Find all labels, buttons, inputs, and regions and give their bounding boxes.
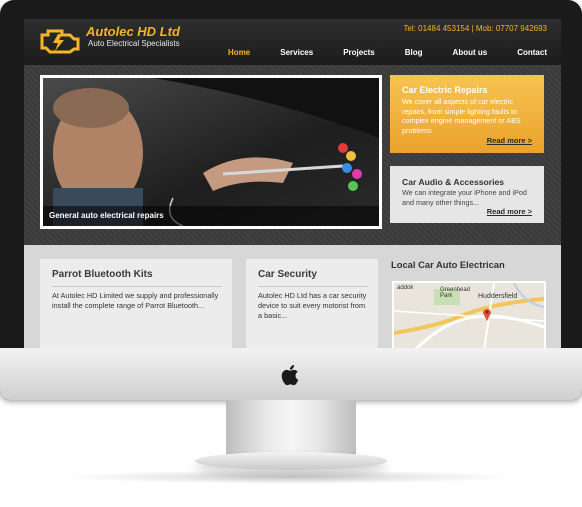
hero-caption: General auto electrical repairs (49, 211, 164, 220)
read-more-link[interactable]: Read more > (487, 136, 532, 145)
floor-shadow (60, 470, 520, 484)
promo-car-audio[interactable]: Car Audio & Accessories We can integrate… (390, 166, 544, 223)
read-more-link[interactable]: Read more > (487, 207, 532, 216)
content-section: Parrot Bluetooth Kits At Autolec HD Limi… (24, 245, 561, 349)
nav-home[interactable]: Home (228, 48, 250, 57)
card-parrot-bluetooth[interactable]: Parrot Bluetooth Kits At Autolec HD Limi… (40, 259, 232, 349)
brand-name[interactable]: Autolec HD Ltd (86, 24, 180, 39)
map-pin-icon[interactable] (482, 307, 492, 321)
card-title: Car Security (258, 269, 317, 280)
map-label-huddersfield: Huddersfield (478, 293, 518, 300)
monitor-stand-neck (226, 400, 356, 456)
promo-text: We cover all aspects of car electric rep… (402, 97, 521, 135)
nav-about[interactable]: About us (453, 48, 488, 57)
promo-title: Car Electric Repairs (402, 85, 488, 95)
nav-projects[interactable]: Projects (343, 48, 375, 57)
map-title: Local Car Auto Electrican (391, 259, 505, 270)
card-car-security[interactable]: Car Security Autolec HD Ltd has a car se… (246, 259, 378, 349)
mechanic-photo (43, 78, 379, 226)
map-label-addok: addok (397, 285, 414, 291)
imac-monitor: Autolec HD Ltd Auto Electrical Specialis… (0, 0, 582, 400)
main-nav: Home Services Projects Blog About us Con… (198, 48, 547, 57)
card-divider (258, 286, 368, 287)
apple-logo-icon (281, 365, 299, 386)
hero-caption-bar: General auto electrical repairs (43, 206, 379, 226)
website-screen: Autolec HD Ltd Auto Electrical Specialis… (24, 19, 561, 349)
nav-blog[interactable]: Blog (405, 48, 423, 57)
site-header: Autolec HD Ltd Auto Electrical Specialis… (24, 19, 561, 65)
promo-title: Car Audio & Accessories (402, 177, 505, 187)
card-text: Autolec HD Ltd has a car security device… (258, 291, 367, 320)
nav-contact[interactable]: Contact (517, 48, 547, 57)
location-map[interactable]: addok Greenhead Park Huddersfield (392, 281, 546, 349)
card-divider (52, 286, 222, 287)
promo-text: We can integrate your iPhone and iPod an… (402, 188, 527, 207)
nav-services[interactable]: Services (280, 48, 313, 57)
promo-car-electric-repairs[interactable]: Car Electric Repairs We cover all aspect… (390, 75, 544, 153)
map-label-greenhead-park: Greenhead Park (440, 287, 471, 299)
card-title: Parrot Bluetooth Kits (52, 269, 153, 280)
engine-warning-icon[interactable] (38, 25, 82, 55)
brand-tagline: Auto Electrical Specialists (88, 39, 180, 48)
monitor-chin (0, 348, 582, 400)
hero-slide[interactable]: General auto electrical repairs (40, 75, 382, 229)
contact-numbers: Tel: 01484 453154 | Mob: 07707 942693 (403, 24, 547, 33)
monitor-stand-base (195, 452, 387, 470)
hero-section: General auto electrical repairs Car Elec… (24, 65, 561, 245)
card-text: At Autolec HD Limited we supply and prof… (52, 291, 219, 310)
